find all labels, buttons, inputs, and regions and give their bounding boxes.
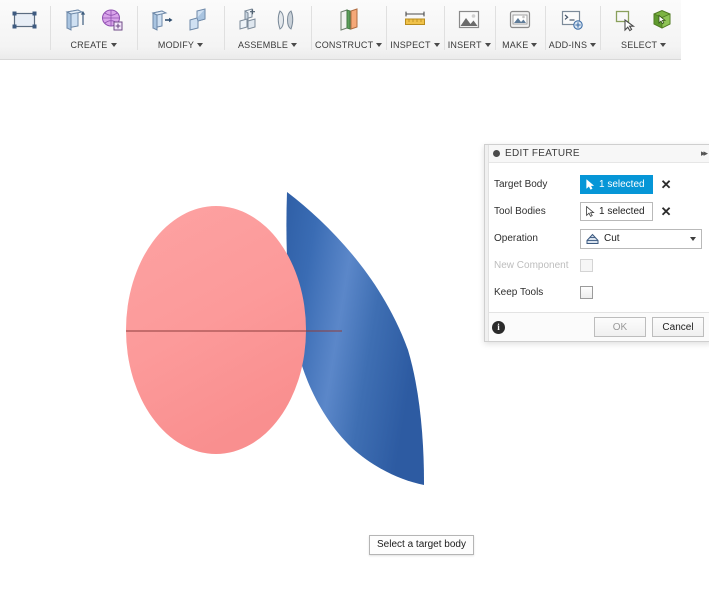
operation-label: Operation (494, 233, 538, 244)
press-pull-icon[interactable] (145, 3, 179, 37)
toolbar-group-select: SELECT (600, 0, 687, 59)
fusion-cad-window: CREATE MODIFY ASSEMBLE CONSTRUCT INSPECT… (0, 0, 709, 600)
chevron-down-icon (376, 43, 383, 47)
target-body-selection-button[interactable]: 1 selected (580, 175, 653, 194)
edit-feature-dialog: EDIT FEATURE ▸▸ Target Body 1 selected ✕… (484, 144, 709, 342)
toolbar-group-assemble-label[interactable]: ASSEMBLE (237, 40, 298, 53)
chevron-down-icon (660, 43, 667, 47)
fillet-icon[interactable] (182, 3, 216, 37)
keep-tools-label: Keep Tools (494, 287, 544, 298)
chevron-down-icon (484, 43, 491, 47)
measure-icon[interactable] (398, 3, 432, 37)
modify-label-text: MODIFY (157, 40, 195, 50)
cursor-arrow-icon (586, 206, 595, 217)
row-tool-bodies: Tool Bodies 1 selected ✕ (494, 198, 702, 225)
tool-bodies-clear-button[interactable]: ✕ (661, 205, 672, 218)
ok-button[interactable]: OK (594, 317, 646, 337)
tool-body-wedge[interactable] (286, 192, 424, 485)
info-icon[interactable]: i (492, 320, 505, 334)
toolbar-group-insert: INSERT (443, 0, 495, 59)
chevron-down-icon (433, 43, 440, 47)
chevron-down-icon (531, 43, 538, 47)
tool-bodies-selection-button[interactable]: 1 selected (580, 202, 653, 221)
target-body-selection-count: 1 selected (599, 179, 645, 190)
target-body-clear-button[interactable]: ✕ (661, 178, 672, 191)
toolbar-group-addins: ADD-INS (544, 0, 600, 59)
expand-collapse-icon[interactable]: ▸▸ (701, 148, 708, 159)
assemble-label-text: ASSEMBLE (237, 40, 289, 50)
toolbar-group-make: MAKE (494, 0, 545, 59)
select-label-text: SELECT (621, 40, 658, 50)
cursor-arrow-icon (586, 179, 595, 190)
inspect-label-text: INSPECT (390, 40, 431, 50)
chevron-down-icon (197, 43, 204, 47)
dialog-drag-grip[interactable] (485, 145, 489, 341)
dialog-body: Target Body 1 selected ✕ Tool Bodies 1 s… (485, 163, 709, 312)
select-body-icon[interactable] (645, 3, 679, 37)
addins-label-text: ADD-INS (548, 40, 588, 50)
target-body-label: Target Body (494, 179, 548, 190)
extrude-icon[interactable] (58, 3, 92, 37)
tool-bodies-selection-count: 1 selected (599, 206, 645, 217)
keep-tools-checkbox[interactable] (580, 286, 593, 299)
dialog-footer: i OK Cancel (485, 312, 709, 341)
tool-bodies-label: Tool Bodies (494, 206, 546, 217)
chevron-down-icon (110, 43, 117, 47)
3d-print-icon[interactable] (503, 3, 537, 37)
operation-value: Cut (604, 233, 620, 244)
toolbar-group-inspect-label[interactable]: INSPECT (390, 40, 440, 53)
insert-mcmaster-icon[interactable] (452, 3, 486, 37)
dialog-title-text: EDIT FEATURE (505, 148, 580, 159)
construct-label-text: CONSTRUCT (315, 40, 374, 50)
toolbar-group-insert-label[interactable]: INSERT (448, 40, 491, 53)
toolbar-group-addins-label[interactable]: ADD-INS (548, 40, 597, 53)
operation-dropdown[interactable]: Cut (580, 228, 702, 249)
row-new-component: New Component (494, 252, 702, 279)
new-component-label: New Component (494, 260, 569, 271)
toolbar-group-home (0, 0, 50, 59)
toolbar-group-construct-label[interactable]: CONSTRUCT (315, 40, 383, 53)
dialog-title-bar[interactable]: EDIT FEATURE ▸▸ (485, 145, 709, 163)
toolbar-group-select-label[interactable]: SELECT (621, 40, 667, 53)
joint-icon[interactable] (269, 3, 303, 37)
offset-plane-icon[interactable] (332, 3, 366, 37)
toolbar-group-assemble: ASSEMBLE (224, 0, 311, 59)
scripts-addins-icon[interactable] (555, 3, 589, 37)
row-keep-tools: Keep Tools (494, 279, 702, 306)
main-toolbar: CREATE MODIFY ASSEMBLE CONSTRUCT INSPECT… (0, 0, 681, 60)
new-component-icon[interactable] (232, 3, 266, 37)
cut-operation-icon (586, 233, 599, 244)
toolbar-group-modify: MODIFY (137, 0, 224, 59)
chevron-down-icon (590, 43, 597, 47)
chevron-down-icon (690, 236, 696, 241)
select-window-icon[interactable] (608, 3, 642, 37)
status-tooltip: Select a target body (369, 535, 474, 555)
toolbar-group-make-label[interactable]: MAKE (502, 40, 538, 53)
toolbar-group-create: CREATE (50, 0, 137, 59)
cancel-button[interactable]: Cancel (652, 317, 704, 337)
toolbar-group-inspect: INSPECT (386, 0, 443, 59)
create-label-text: CREATE (70, 40, 108, 50)
row-target-body: Target Body 1 selected ✕ (494, 171, 702, 198)
toolbar-group-construct: CONSTRUCT (311, 0, 386, 59)
make-label-text: MAKE (502, 40, 529, 50)
chevron-down-icon (291, 43, 298, 47)
form-mesh-icon[interactable] (95, 3, 129, 37)
row-operation: Operation Cut (494, 225, 702, 252)
toolbar-group-create-label[interactable]: CREATE (70, 40, 117, 53)
toolbar-group-modify-label[interactable]: MODIFY (157, 40, 204, 53)
insert-label-text: INSERT (447, 40, 482, 50)
sketch-rectangle-icon[interactable] (8, 3, 42, 37)
new-component-checkbox (580, 259, 593, 272)
dialog-status-dot-icon (493, 150, 500, 157)
